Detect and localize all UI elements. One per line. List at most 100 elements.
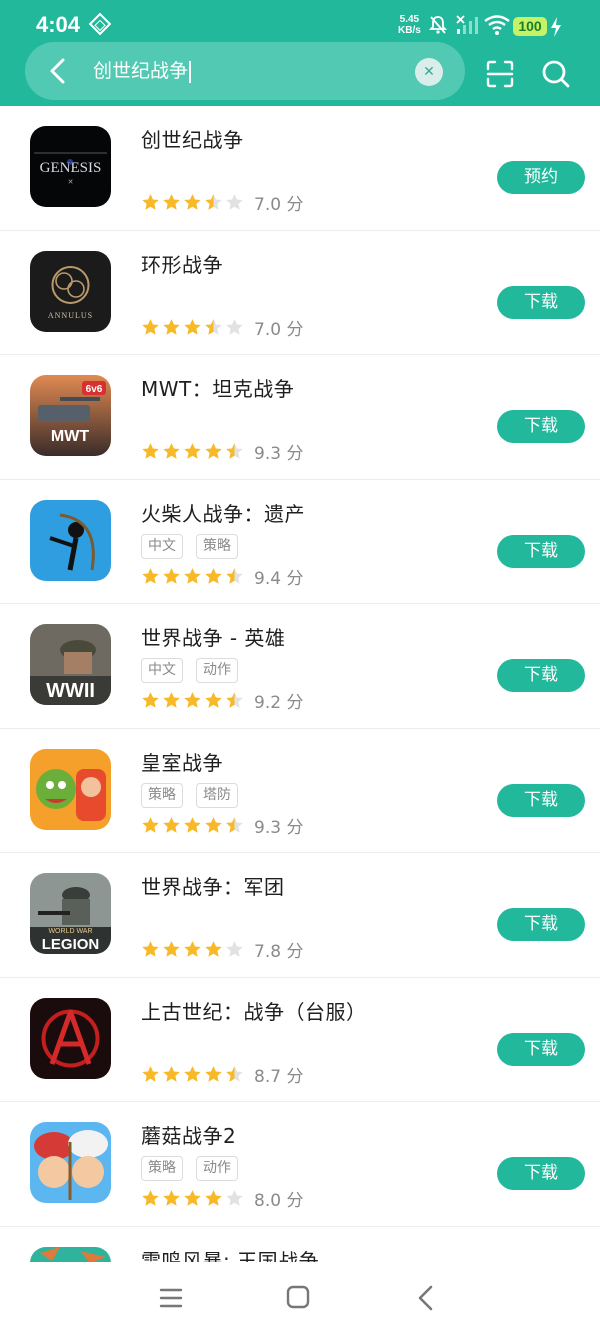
rating-score: 8.0 分 [254,1191,304,1211]
star-icon [163,443,180,459]
app-header: 4:04 5.45 KB/s 100 创世纪战争 ✕ [0,0,600,106]
svg-text:ANNULUS: ANNULUS [48,311,93,320]
star-icon [142,816,159,833]
star-icon [205,443,222,459]
notification-icon [88,12,112,36]
list-item[interactable]: 上古世纪：战争（台服） 8.7 分 下载 [0,978,600,1102]
star-icon [184,1065,201,1082]
star-icon [184,318,201,335]
download-button[interactable]: 下载 [497,1157,585,1190]
back-arrow-icon[interactable] [45,57,71,85]
charging-icon [551,17,561,37]
list-item[interactable]: 6v6 MWT MWT：坦克战争 9.3 分 下载 [0,355,600,480]
star-icon [163,194,180,210]
menu-icon[interactable] [158,1286,184,1310]
star-rating: 7.0 分 [141,190,303,215]
download-button[interactable]: 下载 [497,908,585,941]
app-tags: 策略 塔防 [141,782,251,809]
star-icon [142,443,159,459]
app-tags: 中文 动作 [141,658,251,684]
list-item[interactable]: 雷鸣风暴: 王国战争 [0,1227,600,1263]
star-icon [142,692,159,708]
star-icon [205,1190,222,1206]
download-button[interactable]: 下载 [497,783,585,817]
star-icon [184,816,201,833]
download-button[interactable]: 下载 [497,1032,585,1066]
star-half-icon [226,816,243,833]
back-icon[interactable] [414,1284,438,1312]
app-tags: 中文 策略 [141,533,251,560]
star-icon [163,1190,180,1206]
status-time: 4:04 [36,12,81,37]
svg-text:✕: ✕ [68,179,74,186]
star-half-icon [226,1065,243,1082]
star-icon [142,318,159,335]
list-item[interactable]: WORLD WAR LEGION 世界战争：军团 7.8 分 下载 [0,853,600,978]
category-tag: 塔防 [196,782,238,808]
download-button[interactable]: 下载 [497,410,585,443]
app-name: 环形战争 [141,252,223,277]
clash-royale-icon [30,748,111,830]
app-name: 创世纪战争 [141,128,244,152]
app-name: 雷鸣风暴: 王国战争 [141,1248,320,1263]
category-tag: 中文 [141,658,183,683]
download-button[interactable]: 下载 [497,285,585,319]
legion-icon: WORLD WAR LEGION [30,873,111,954]
annulus-icon: ANNULUS [30,250,111,332]
archeage-icon [30,997,111,1079]
stickman-icon [30,499,111,581]
star-rating: 9.4 分 [141,564,303,589]
svg-text:MWT: MWT [51,428,89,445]
star-icon [205,567,222,584]
star-rating: 9.3 分 [141,813,303,838]
star-half-icon [205,194,222,210]
text-caret [189,60,192,83]
home-icon[interactable] [285,1284,311,1310]
star-rating: 7.8 分 [141,937,303,962]
search-results-list[interactable]: GENESIS ✕ 创世纪战争 7.0 分 预约 ANNULUS 环形战争 7.… [0,106,600,1262]
net-speed: 5.45 KB/s [398,14,421,36]
star-rating: 7.0 分 [141,315,303,340]
reserve-button[interactable]: 预约 [497,161,585,194]
star-half-icon [226,567,243,584]
star-icon [163,816,180,833]
cell-signal-icon [456,15,478,34]
list-item[interactable]: GENESIS ✕ 创世纪战争 7.0 分 预约 [0,106,600,231]
svg-text:LEGION: LEGION [42,936,100,953]
clear-search-button[interactable]: ✕ [415,58,443,86]
wifi-icon [484,15,510,35]
star-icon [184,692,201,708]
list-item[interactable]: WWII 世界战争 - 英雄 中文 动作 9.2 分 下载 [0,604,600,729]
star-icon [205,1065,222,1082]
download-button[interactable]: 下载 [497,659,585,692]
mute-bell-icon [428,16,448,34]
category-tag: 策略 [141,782,183,808]
status-bar: 4:04 5.45 KB/s 100 [0,0,600,44]
rating-score: 7.0 分 [254,319,304,340]
rating-score: 7.0 分 [254,195,304,215]
star-icon [142,567,159,584]
scan-icon[interactable] [484,58,516,90]
svg-text:WORLD WAR: WORLD WAR [48,928,92,935]
rating-score: 8.7 分 [254,1066,304,1087]
star-half-icon [226,692,243,708]
close-icon: ✕ [423,64,435,80]
category-tag: 动作 [196,658,238,683]
star-icon [184,194,201,210]
app-tags: 策略 动作 [141,1156,251,1182]
star-icon [205,692,222,708]
mwt-tank-icon: 6v6 MWT [30,375,111,456]
list-item[interactable]: 蘑菇战争2 策略 动作 8.0 分 下载 [0,1102,600,1227]
star-rating: 8.7 分 [141,1062,303,1087]
battery-indicator: 100 [513,17,547,36]
list-item[interactable]: 皇室战争 策略 塔防 9.3 分 下载 [0,729,600,853]
star-icon [163,318,180,335]
search-icon[interactable] [540,58,572,90]
search-input[interactable]: 创世纪战争 [93,56,393,86]
thunderstorm-icon [30,1246,111,1262]
list-item[interactable]: 火柴人战争：遗产 中文 策略 9.4 分 下载 [0,480,600,604]
list-item[interactable]: ANNULUS 环形战争 7.0 分 下载 [0,231,600,355]
app-name: 世界战争：军团 [141,875,285,899]
download-button[interactable]: 下载 [497,534,585,568]
app-name: 蘑菇战争2 [141,1124,237,1148]
